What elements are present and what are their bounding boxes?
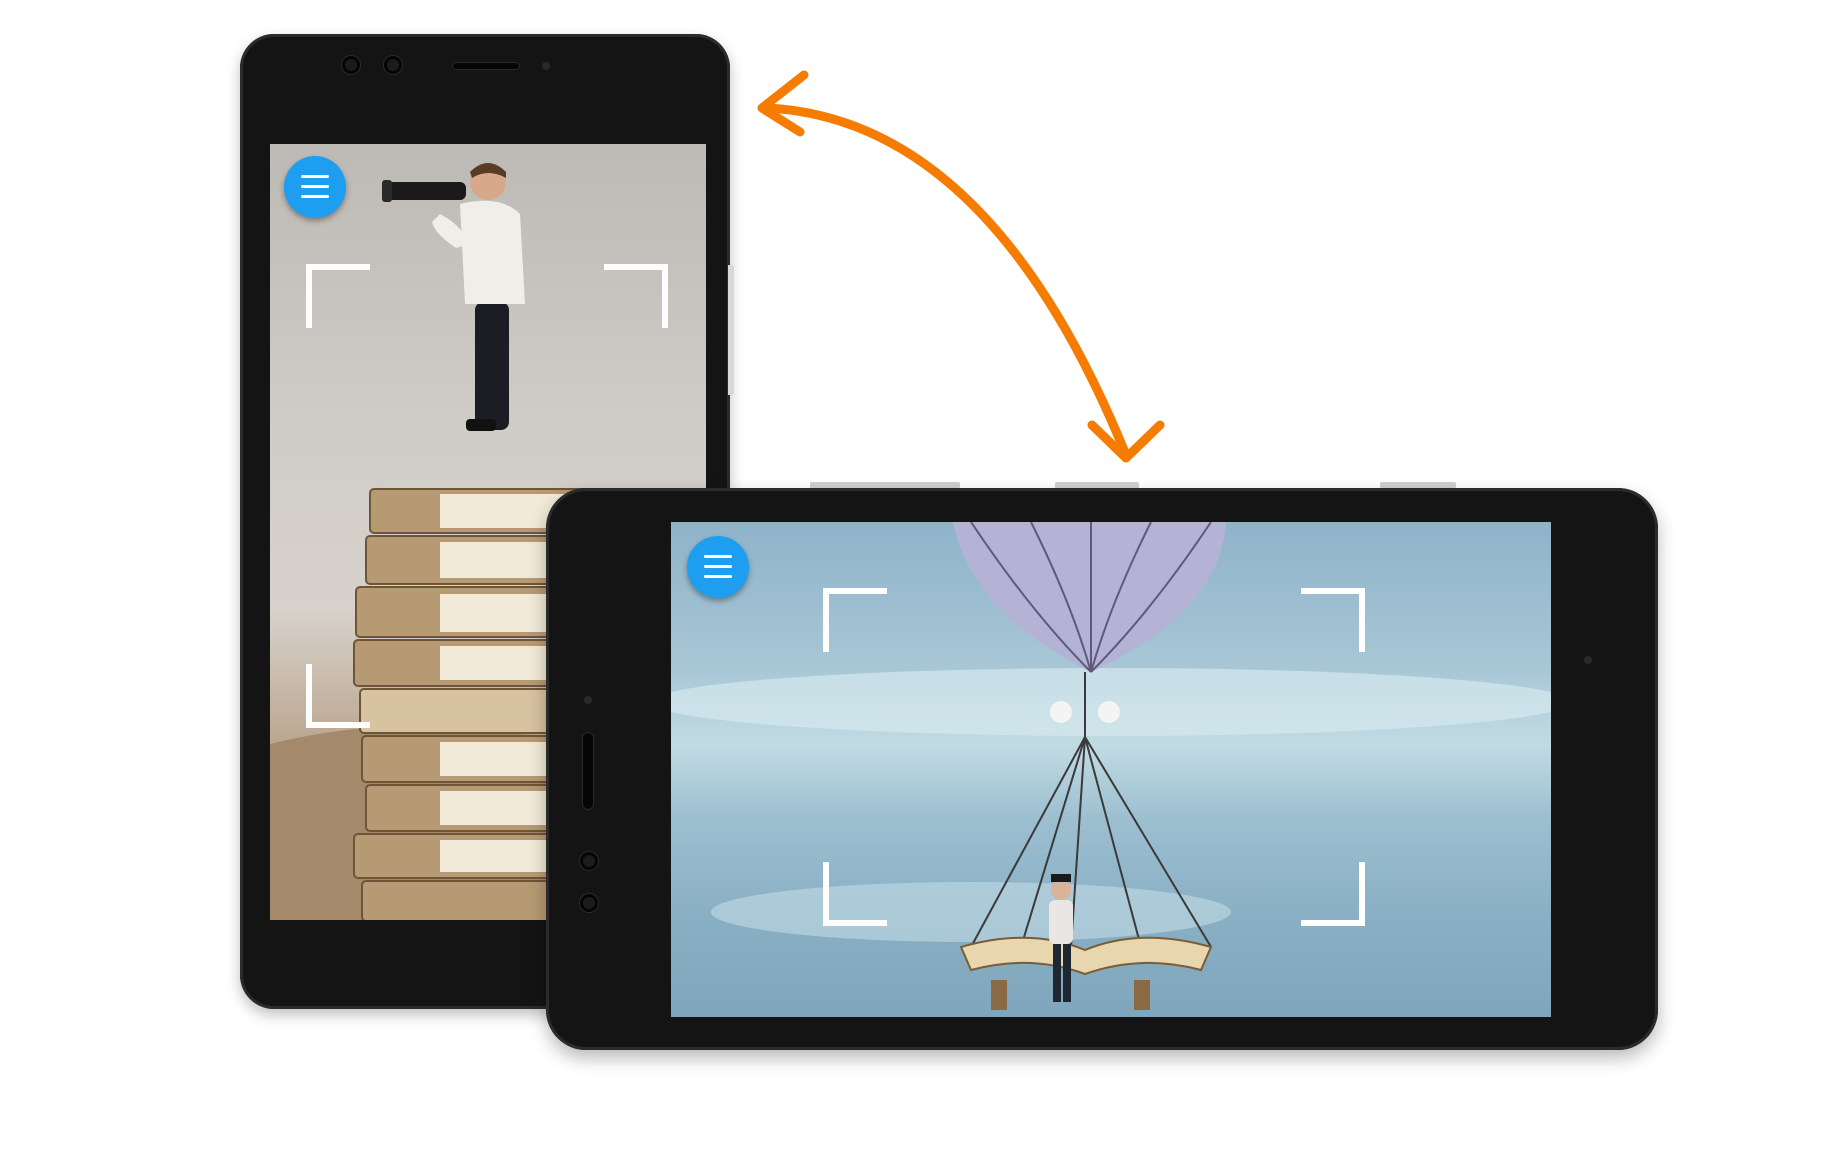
rotate-double-arrow-icon — [757, 70, 1165, 463]
hamburger-menu-icon — [301, 175, 329, 178]
viewfinder-corner-top-right — [1301, 588, 1365, 652]
viewfinder-corner-bottom-left — [306, 664, 370, 728]
sensor-icon — [384, 56, 402, 74]
sensor-icon — [580, 894, 598, 912]
viewfinder-corner-top-right — [604, 264, 668, 328]
portrait-side-button[interactable] — [728, 265, 734, 395]
hamburger-menu-icon — [704, 555, 732, 558]
front-camera-icon — [342, 56, 360, 74]
menu-button[interactable] — [284, 156, 346, 218]
menu-button[interactable] — [687, 536, 749, 598]
indicator-light-icon — [1584, 656, 1592, 664]
viewfinder-corner-bottom-right — [1301, 862, 1365, 926]
proximity-sensor-icon — [584, 696, 592, 704]
balloon-book-swing-image — [671, 522, 1551, 1010]
landscape-phone — [546, 488, 1658, 1050]
viewfinder-corner-top-left — [306, 264, 370, 328]
landscape-screen — [671, 522, 1551, 1017]
earpiece-speaker — [452, 62, 520, 70]
proximity-sensor-icon — [542, 62, 550, 70]
viewfinder-corner-top-left — [823, 588, 887, 652]
viewfinder-corner-bottom-left — [823, 862, 887, 926]
front-camera-icon — [580, 852, 598, 870]
earpiece-speaker — [582, 732, 594, 810]
